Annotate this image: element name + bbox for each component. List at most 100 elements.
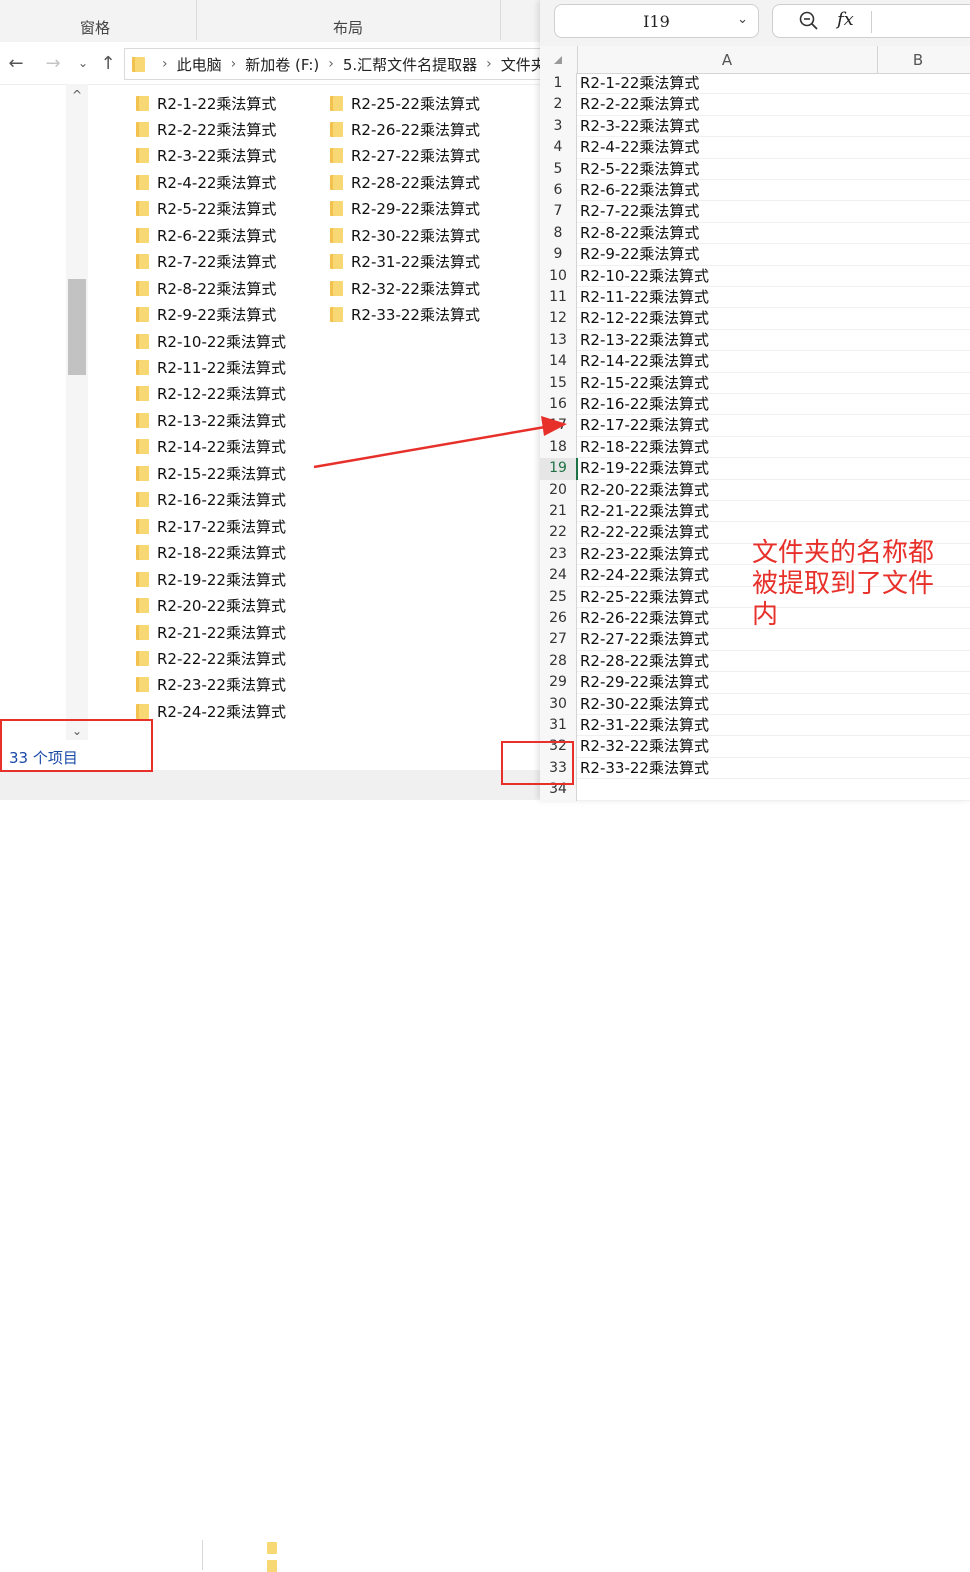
row-number[interactable]: 18 <box>540 436 577 459</box>
row-number[interactable]: 28 <box>540 650 577 673</box>
row-number[interactable]: 16 <box>540 394 577 416</box>
cell-a[interactable]: R2-18-22乘法算式 <box>580 437 709 458</box>
row-number[interactable]: 4 <box>540 137 577 159</box>
folder-item[interactable]: R2-11-22乘法算式 <box>136 355 286 381</box>
cell-a[interactable]: R2-26-22乘法算式 <box>580 608 709 629</box>
cell-a[interactable]: R2-5-22乘法算式 <box>580 159 699 180</box>
cell-a[interactable]: R2-33-22乘法算式 <box>580 758 709 779</box>
back-arrow-icon[interactable]: ← <box>5 50 27 76</box>
cell-a[interactable]: R2-15-22乘法算式 <box>580 373 709 394</box>
zoom-out-icon[interactable] <box>799 11 819 31</box>
row-number[interactable]: 20 <box>540 479 577 501</box>
cell-a[interactable]: R2-1-22乘法算式 <box>580 73 699 94</box>
folder-item[interactable]: R2-15-22乘法算式 <box>136 460 286 486</box>
nav-pane-scrollbar[interactable]: ^ ⌄ <box>66 84 88 744</box>
chevron-down-icon[interactable]: ⌄ <box>72 50 94 76</box>
row-number[interactable]: 3 <box>540 115 577 138</box>
folder-item[interactable]: R2-21-22乘法算式 <box>136 619 286 645</box>
folder-item[interactable]: R2-18-22乘法算式 <box>136 540 286 566</box>
cell-a[interactable]: R2-32-22乘法算式 <box>580 736 709 757</box>
breadcrumb-tool-folder[interactable]: 5.汇帮文件名提取器 <box>343 54 477 75</box>
cell-a[interactable]: R2-9-22乘法算式 <box>580 244 699 265</box>
row-number[interactable]: 2 <box>540 94 577 116</box>
row-number[interactable]: 6 <box>540 180 577 202</box>
row-number[interactable]: 29 <box>540 672 577 694</box>
name-box[interactable]: I19 ⌄ <box>554 4 759 38</box>
folder-item[interactable]: R2-31-22乘法算式 <box>330 249 480 275</box>
row-number[interactable]: 25 <box>540 586 577 608</box>
cell-a[interactable]: R2-30-22乘法算式 <box>580 694 709 715</box>
cell-a[interactable]: R2-25-22乘法算式 <box>580 587 709 608</box>
cell-a[interactable]: R2-29-22乘法算式 <box>580 672 709 693</box>
row-number[interactable]: 22 <box>540 522 577 544</box>
row-number[interactable]: 10 <box>540 265 577 287</box>
folder-item[interactable]: R2-12-22乘法算式 <box>136 381 286 407</box>
cell-a[interactable]: R2-16-22乘法算式 <box>580 394 709 415</box>
cell-a[interactable]: R2-6-22乘法算式 <box>580 180 699 201</box>
folder-item[interactable]: R2-5-22乘法算式 <box>136 196 276 222</box>
folder-item[interactable]: R2-17-22乘法算式 <box>136 513 286 539</box>
row-number[interactable]: 5 <box>540 158 577 180</box>
cell-a[interactable]: R2-13-22乘法算式 <box>580 330 709 351</box>
up-arrow-icon[interactable]: ↑ <box>97 50 119 76</box>
cell-a[interactable]: R2-8-22乘法算式 <box>580 223 699 244</box>
ribbon-group-layout[interactable]: 布局 <box>200 0 496 42</box>
ribbon-group-pane[interactable]: 窗格 <box>20 0 170 42</box>
folder-item[interactable]: R2-23-22乘法算式 <box>136 672 286 698</box>
cell-a[interactable]: R2-20-22乘法算式 <box>580 480 709 501</box>
folder-item[interactable]: R2-13-22乘法算式 <box>136 407 286 433</box>
cell-a[interactable]: R2-4-22乘法算式 <box>580 137 699 158</box>
folder-item[interactable]: R2-6-22乘法算式 <box>136 222 276 248</box>
row-number[interactable]: 9 <box>540 244 577 266</box>
cell-a[interactable]: R2-17-22乘法算式 <box>580 415 709 436</box>
row-number[interactable]: 1 <box>540 73 577 95</box>
folder-item[interactable]: R2-28-22乘法算式 <box>330 169 480 195</box>
folder-item[interactable]: R2-25-22乘法算式 <box>330 90 480 116</box>
cell-a[interactable]: R2-21-22乘法算式 <box>580 501 709 522</box>
breadcrumb-this-pc[interactable]: 此电脑 <box>177 54 222 75</box>
breadcrumb-drive[interactable]: 新加卷 (F:) <box>245 54 319 75</box>
folder-item[interactable]: R2-22-22乘法算式 <box>136 645 286 671</box>
folder-item[interactable]: R2-9-22乘法算式 <box>136 302 276 328</box>
row-number[interactable]: 7 <box>540 201 577 223</box>
row-number[interactable]: 26 <box>540 608 577 630</box>
folder-item[interactable]: R2-10-22乘法算式 <box>136 328 286 354</box>
row-number[interactable]: 27 <box>540 629 577 651</box>
cell-a[interactable]: R2-27-22乘法算式 <box>580 629 709 650</box>
row-number[interactable]: 24 <box>540 565 577 587</box>
row-number[interactable]: 30 <box>540 693 577 715</box>
row-number[interactable]: 19 <box>540 458 577 480</box>
cell-a[interactable]: R2-24-22乘法算式 <box>580 565 709 586</box>
chevron-down-icon[interactable]: ⌄ <box>737 12 748 27</box>
folder-item[interactable]: R2-20-22乘法算式 <box>136 593 286 619</box>
select-all-corner[interactable] <box>540 46 578 73</box>
cell-a[interactable]: R2-28-22乘法算式 <box>580 651 709 672</box>
folder-item[interactable]: R2-2-22乘法算式 <box>136 116 276 142</box>
folder-item[interactable]: R2-33-22乘法算式 <box>330 302 480 328</box>
folder-item[interactable]: R2-14-22乘法算式 <box>136 434 286 460</box>
folder-item[interactable]: R2-32-22乘法算式 <box>330 275 480 301</box>
column-b-header[interactable]: B <box>878 51 958 69</box>
row-number[interactable]: 8 <box>540 222 577 245</box>
row-number[interactable]: 11 <box>540 287 577 309</box>
folder-item[interactable]: R2-29-22乘法算式 <box>330 196 480 222</box>
folder-item[interactable]: R2-8-22乘法算式 <box>136 275 276 301</box>
row-number[interactable]: 31 <box>540 715 577 737</box>
folder-item[interactable]: R2-27-22乘法算式 <box>330 143 480 169</box>
column-a-header[interactable]: A <box>577 51 877 69</box>
scroll-up-icon[interactable]: ^ <box>69 88 85 102</box>
scrollbar-thumb[interactable] <box>68 279 86 375</box>
cell-a[interactable]: R2-2-22乘法算式 <box>580 94 699 115</box>
folder-item[interactable]: R2-4-22乘法算式 <box>136 169 276 195</box>
cell-a[interactable]: R2-10-22乘法算式 <box>580 266 709 287</box>
row-number[interactable]: 17 <box>540 415 577 437</box>
forward-arrow-icon[interactable]: → <box>42 50 64 76</box>
cell-a[interactable]: R2-22-22乘法算式 <box>580 522 709 543</box>
cell-a[interactable]: R2-23-22乘法算式 <box>580 544 709 565</box>
cell-a[interactable]: R2-11-22乘法算式 <box>580 287 709 308</box>
folder-item[interactable]: R2-1-22乘法算式 <box>136 90 276 116</box>
cell-a[interactable]: R2-3-22乘法算式 <box>580 116 699 137</box>
row-number[interactable]: 21 <box>540 501 577 523</box>
folder-item[interactable]: R2-16-22乘法算式 <box>136 487 286 513</box>
row-number[interactable]: 23 <box>540 543 577 566</box>
